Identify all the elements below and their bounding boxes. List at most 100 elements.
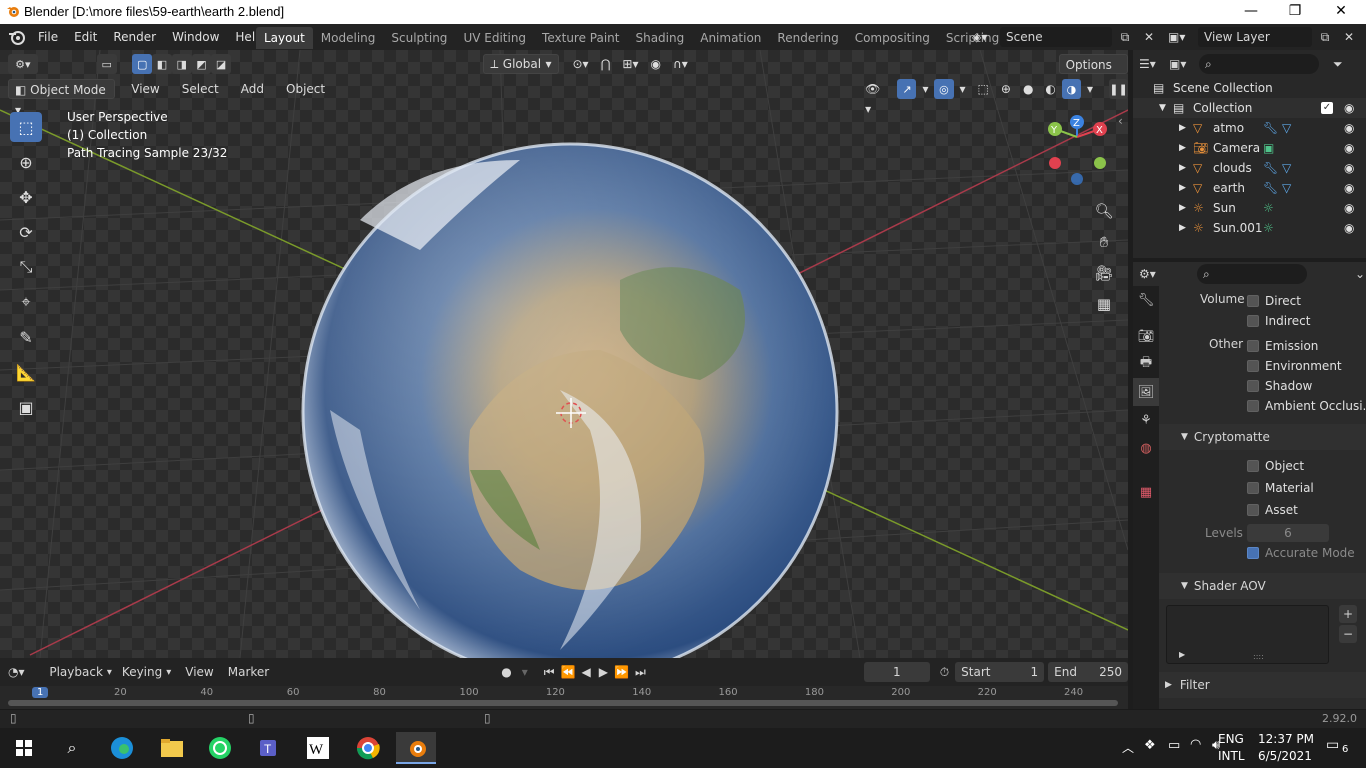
filter-panel-header[interactable]: ▶ Filter (1159, 672, 1366, 698)
pass-emission-row[interactable]: Emission (1247, 337, 1357, 357)
delete-view-layer-icon[interactable]: ✕ (1338, 30, 1360, 44)
tab-modeling[interactable]: Modeling (313, 27, 384, 49)
gizmo-toggle-icon[interactable]: ↗ (897, 79, 917, 99)
pass-material-row[interactable]: Material (1247, 479, 1357, 499)
close-button[interactable]: ✕ (1318, 0, 1364, 24)
menu-window[interactable]: Window (164, 24, 227, 50)
menu-edit[interactable]: Edit (66, 24, 105, 50)
shading-dropdown-icon[interactable]: ▾ (1081, 79, 1099, 99)
whatsapp-icon[interactable] (200, 732, 240, 764)
measure-tool-icon[interactable]: 📐 (10, 357, 42, 387)
shader-aov-panel-header[interactable]: ▼ Shader AOV (1159, 573, 1366, 599)
show-hidden-icons[interactable]: ︿ (1122, 739, 1134, 756)
view-layer-tab-icon[interactable]: 🖼︎ (1133, 378, 1159, 406)
options-dropdown[interactable]: Options ▾ (1058, 54, 1128, 92)
properties-editor-icon[interactable]: ⚙▾ (1139, 267, 1169, 281)
blender-menu-icon[interactable] (8, 28, 26, 46)
material-shading-icon[interactable]: ◐ (1039, 79, 1061, 99)
tab-rendering[interactable]: Rendering (769, 27, 846, 49)
pass-checkbox[interactable] (1247, 482, 1259, 494)
solid-shading-icon[interactable]: ● (1017, 79, 1039, 99)
edge-icon[interactable] (102, 732, 142, 764)
filter-icon[interactable]: ⏷ (1333, 57, 1343, 72)
collection-checkbox[interactable]: ✓ (1321, 102, 1333, 114)
language-line1[interactable]: ENG (1218, 732, 1248, 746)
transform-tool-icon[interactable]: ⌖ (10, 287, 42, 317)
world-tab-icon[interactable]: ◍ (1133, 434, 1159, 462)
overlay-toggle-icon[interactable]: ◎ (934, 79, 954, 99)
view-layer-name-field[interactable]: View Layer (1198, 27, 1312, 47)
timeline-ruler[interactable]: 1 20 40 60 80 100 120 140 160 180 200 220 240 (0, 686, 1128, 709)
header-menu-view[interactable]: View (125, 79, 165, 99)
timeline-menu-view[interactable]: View (185, 665, 213, 679)
file-explorer-icon[interactable] (152, 732, 192, 764)
new-view-layer-icon[interactable]: ⧉ (1312, 30, 1338, 45)
expand-icon[interactable]: ▶ (1179, 163, 1186, 173)
wireframe-shading-icon[interactable]: ⊕ (995, 79, 1017, 99)
delete-scene-icon[interactable]: ✕ (1138, 30, 1160, 44)
eye-icon[interactable]: ◉ (1344, 101, 1354, 115)
mesh-data-icon[interactable]: 🔧︎ ▽ (1263, 161, 1291, 175)
pass-object-row[interactable]: Object (1247, 457, 1357, 477)
transform-orientation-dropdown[interactable]: ⟂ Global ▾ (483, 54, 559, 74)
jump-prev-key-icon[interactable]: ⏪ (561, 665, 576, 679)
cryptomatte-panel-header[interactable]: ▼ Cryptomatte (1159, 424, 1366, 450)
camera-view-icon[interactable]: 🎥︎ (1093, 258, 1115, 289)
mesh-data-icon[interactable]: 🔧︎ ▽ (1263, 121, 1291, 135)
pass-environment-row[interactable]: Environment (1247, 357, 1357, 377)
light-data-icon[interactable]: ☼ (1263, 221, 1274, 235)
timeline-scrollbar[interactable] (8, 700, 1118, 706)
scale-tool-icon[interactable]: ⤡ (10, 252, 42, 282)
outliner-collection[interactable]: ▼ ▤ Collection ✓ ◉ (1133, 98, 1366, 118)
light-data-icon[interactable]: ☼ (1263, 201, 1274, 215)
wikipedia-icon[interactable]: W (298, 732, 338, 764)
play-reverse-icon[interactable]: ◀ (582, 665, 591, 679)
annotate-tool-icon[interactable]: ✎ (10, 322, 42, 352)
snap-icon[interactable]: ⋂ (595, 54, 617, 74)
texture-tab-icon[interactable]: ▦ (1133, 478, 1159, 506)
accurate-mode-checkbox[interactable] (1247, 547, 1259, 559)
scene-icon[interactable]: ◈▾ (972, 30, 1000, 44)
end-frame-field[interactable]: End 250 (1048, 662, 1128, 682)
eye-icon[interactable]: ◉ (1344, 121, 1354, 135)
pass-checkbox[interactable] (1247, 340, 1259, 352)
proportional-edit-icon[interactable]: ◉ (645, 54, 667, 74)
new-scene-icon[interactable]: ⧉ (1112, 30, 1138, 45)
blender-taskbar-icon[interactable] (396, 732, 436, 764)
rendered-shading-icon[interactable]: ◑ (1061, 79, 1081, 99)
move-tool-icon[interactable]: ✥ (10, 182, 42, 212)
eye-icon[interactable]: ◉ (1344, 141, 1354, 155)
pass-checkbox[interactable] (1247, 295, 1259, 307)
eye-icon[interactable]: ◉ (1344, 201, 1354, 215)
header-menu-select[interactable]: Select (176, 79, 225, 99)
notification-icon[interactable]: ▭ (1326, 737, 1339, 753)
expand-icon[interactable]: ▶ (1179, 203, 1186, 213)
jump-next-key-icon[interactable]: ⏩ (614, 665, 629, 679)
header-menu-add[interactable]: Add (235, 79, 270, 99)
battery-icon[interactable]: ▭ (1168, 738, 1180, 753)
output-tab-icon[interactable]: 🖶 (1133, 350, 1159, 378)
pass-checkbox[interactable] (1247, 460, 1259, 472)
outliner-object-clouds[interactable]: ▶ ▽ clouds 🔧︎ ▽ ◉ (1133, 158, 1366, 178)
view-layer-icon[interactable]: ▣▾ (1168, 30, 1198, 44)
tab-texture-paint[interactable]: Texture Paint (534, 27, 627, 49)
remove-aov-button[interactable]: − (1339, 625, 1357, 643)
tool-tab-icon[interactable]: 🔧︎ (1133, 286, 1159, 314)
tab-layout[interactable]: Layout (256, 27, 313, 49)
rotate-tool-icon[interactable]: ⟳ (10, 217, 42, 247)
shader-aov-list[interactable]: ▶ :::: (1166, 605, 1329, 664)
select-tool-icon[interactable]: ⬚ (10, 112, 42, 142)
timeline-menu-marker[interactable]: Marker (228, 665, 269, 679)
clock-date[interactable]: 6/5/2021 (1258, 749, 1312, 763)
expand-icon[interactable]: ▶ (1179, 123, 1186, 133)
pivot-point-icon[interactable]: ⊙▾ (567, 54, 595, 74)
play-icon[interactable]: ▶ (599, 665, 608, 679)
object-mode-dropdown[interactable]: ◧ Object Mode ▾ (8, 79, 116, 117)
pause-render-icon[interactable]: ❚❚ (1108, 79, 1128, 99)
mesh-data-icon[interactable]: 🔧︎ ▽ (1263, 181, 1291, 195)
teams-icon[interactable]: T (250, 732, 290, 764)
scene-tab-icon[interactable]: ⚘ (1133, 406, 1159, 434)
outliner-scene-collection[interactable]: ▤ Scene Collection (1133, 78, 1366, 98)
pass-ambient-occlusi-row[interactable]: Ambient Occlusi... (1247, 397, 1366, 417)
xray-icon[interactable]: ⬚ (972, 79, 995, 99)
